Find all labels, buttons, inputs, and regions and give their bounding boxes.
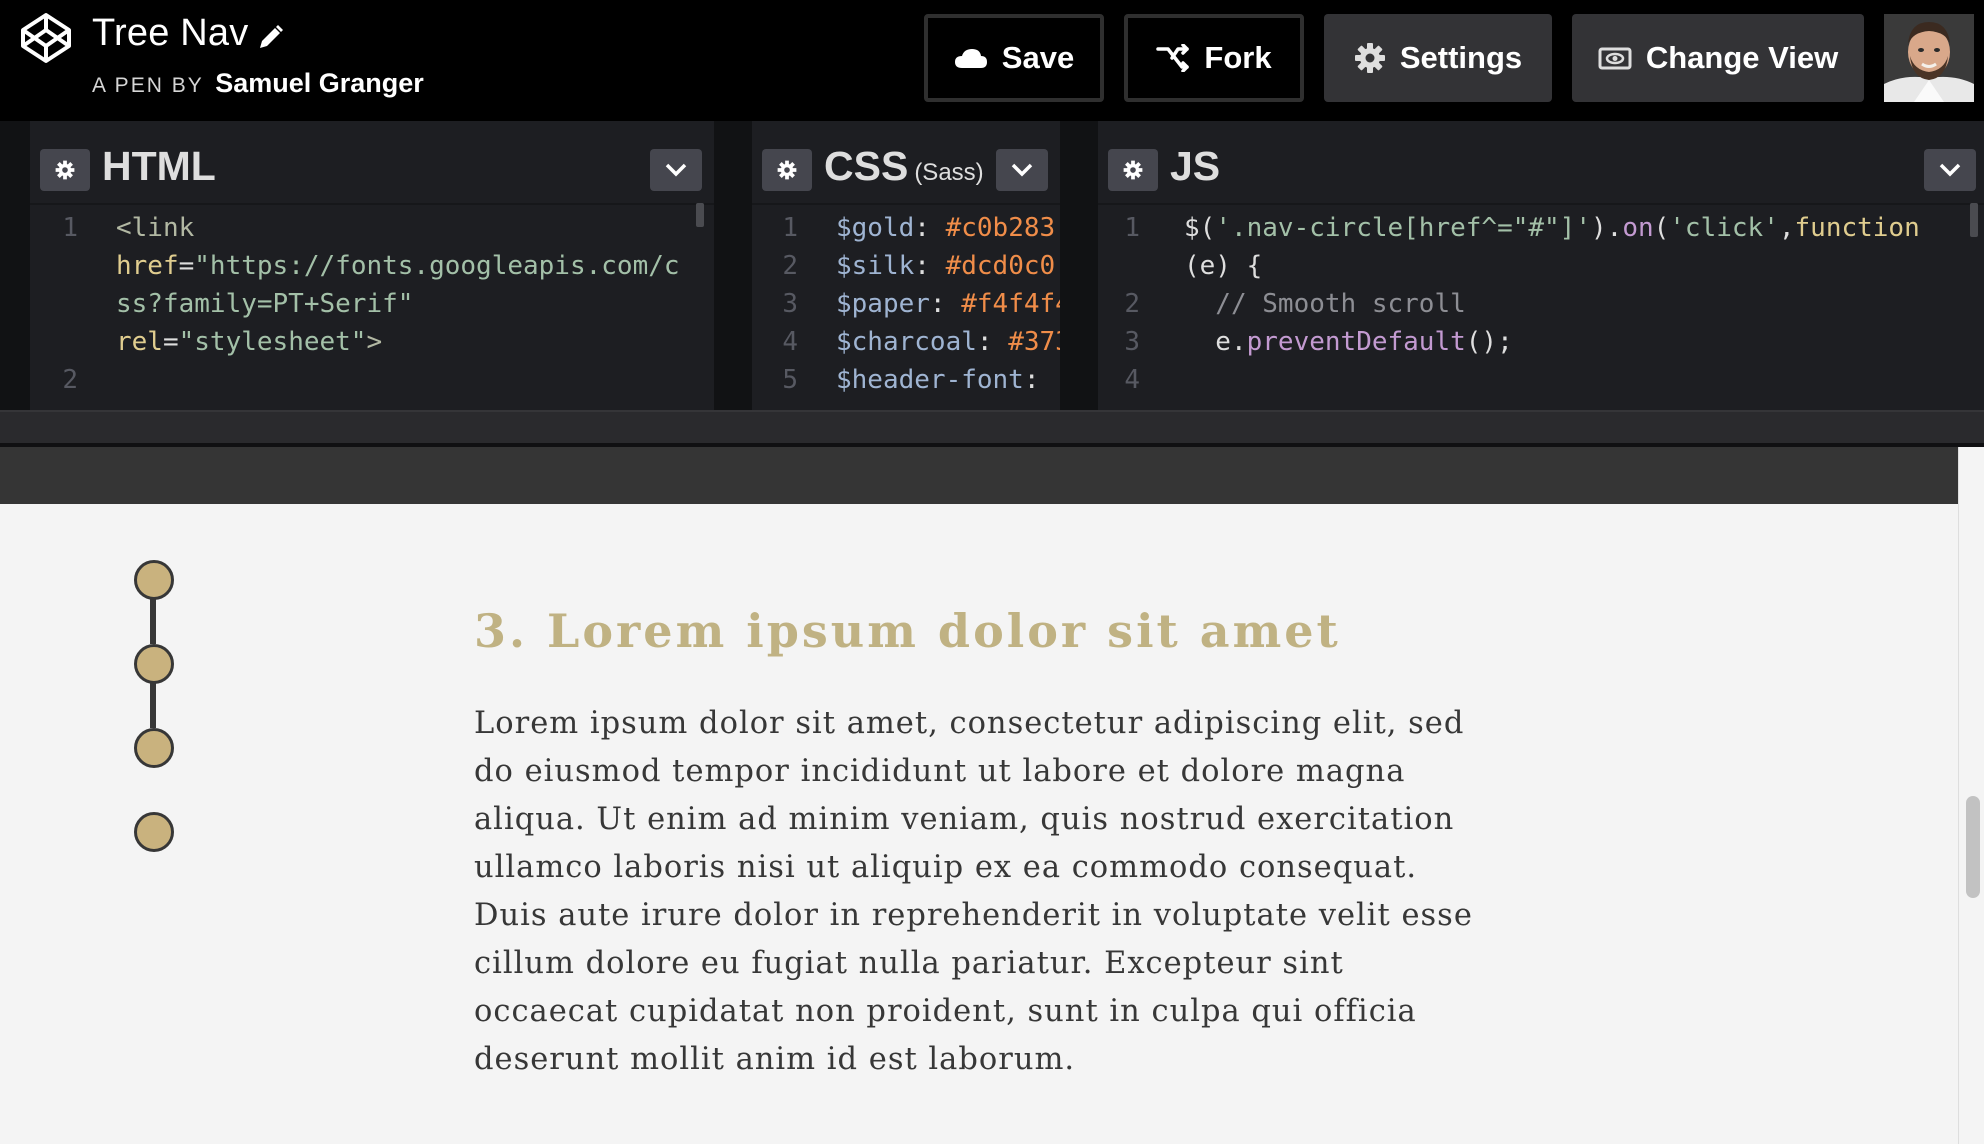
js-resize-gutter[interactable] bbox=[1060, 121, 1098, 410]
html-scrollbar[interactable] bbox=[696, 203, 704, 227]
avatar[interactable] bbox=[1884, 14, 1974, 102]
chevron-down-icon bbox=[665, 163, 687, 177]
html-panel-header: HTML bbox=[30, 121, 714, 205]
gear-icon bbox=[55, 160, 75, 180]
codepen-logo-icon[interactable] bbox=[20, 12, 72, 64]
line-number: 4 bbox=[1124, 365, 1140, 395]
code-text: // Smooth scroll bbox=[1184, 289, 1466, 319]
line-number: 1 bbox=[1124, 213, 1140, 243]
chevron-down-icon bbox=[1939, 163, 1961, 177]
js-editor-panel: JS 1 $('.nav-circle[href^="#"]').on('clic… bbox=[1098, 121, 1984, 410]
pencil-icon[interactable] bbox=[256, 22, 286, 52]
js-scrollbar[interactable] bbox=[1970, 203, 1978, 237]
code-text: href="https://fonts.googleapis.com/c bbox=[116, 251, 680, 281]
code-text: $header-font: bbox=[836, 365, 1040, 395]
tree-connector bbox=[150, 596, 156, 644]
line-number: 3 bbox=[782, 289, 798, 319]
fork-label: Fork bbox=[1204, 40, 1272, 75]
preview-top-bar bbox=[0, 447, 1958, 504]
html-settings-button[interactable] bbox=[40, 149, 90, 191]
css-title-text: CSS bbox=[824, 143, 909, 189]
editor-area: HTML 1 <link href="https://fonts.googleapi… bbox=[0, 121, 1984, 443]
result-preview: 3. Lorem ipsum dolor sit amet Lorem ipsu… bbox=[0, 504, 1958, 1144]
section-body: Lorem ipsum dolor sit amet, consectetur … bbox=[474, 706, 1473, 1077]
code-text: $('.nav-circle[href^="#"]').on('click',f… bbox=[1184, 213, 1920, 243]
pen-title[interactable]: Tree Nav bbox=[92, 12, 248, 55]
section-title: 3. Lorem ipsum dolor sit amet bbox=[474, 604, 1341, 658]
gear-icon bbox=[1354, 43, 1385, 73]
css-panel-title: CSS (Sass) bbox=[824, 143, 984, 190]
preview-scroll-thumb[interactable] bbox=[1966, 796, 1980, 898]
css-editor-panel: CSS (Sass) 1 $gold: #c0b283 2 $silk: #dcd0c0… bbox=[752, 121, 1060, 410]
css-resize-gutter[interactable] bbox=[714, 121, 752, 410]
change-view-button[interactable]: Change View bbox=[1572, 14, 1864, 102]
js-panel-title: JS bbox=[1170, 143, 1221, 189]
js-settings-button[interactable] bbox=[1108, 149, 1158, 191]
nav-circle[interactable] bbox=[134, 644, 174, 684]
code-text: $charcoal: #373737 bbox=[836, 327, 1060, 357]
line-number: 3 bbox=[1124, 327, 1140, 357]
line-number: 1 bbox=[62, 213, 78, 243]
save-label: Save bbox=[1001, 40, 1075, 75]
avatar-image bbox=[1884, 14, 1974, 102]
html-resize-gutter[interactable] bbox=[0, 121, 30, 410]
line-number: 1 bbox=[782, 213, 798, 243]
code-text: <link bbox=[116, 213, 195, 243]
code-text: $silk: #dcd0c0 bbox=[836, 251, 1056, 281]
nav-circle[interactable] bbox=[134, 728, 174, 768]
line-number: 5 bbox=[782, 365, 798, 395]
fork-button[interactable]: Fork bbox=[1124, 14, 1304, 102]
gear-icon bbox=[777, 160, 797, 180]
code-text: $gold: #c0b283 bbox=[836, 213, 1056, 243]
line-number: 2 bbox=[1124, 289, 1140, 319]
code-text: $paper: #f4f4f4 bbox=[836, 289, 1060, 319]
code-text: (e) { bbox=[1184, 251, 1263, 281]
fork-icon bbox=[1156, 44, 1190, 72]
pen-byline: A PEN BY Samuel Granger bbox=[92, 68, 424, 99]
code-text: ss?family=PT+Serif" bbox=[116, 289, 414, 319]
html-collapse-button[interactable] bbox=[650, 149, 702, 191]
settings-label: Settings bbox=[1399, 40, 1523, 75]
css-panel-header: CSS (Sass) bbox=[752, 121, 1060, 205]
css-settings-button[interactable] bbox=[762, 149, 812, 191]
html-panel-title: HTML bbox=[102, 143, 216, 189]
js-collapse-button[interactable] bbox=[1924, 149, 1976, 191]
cloud-icon bbox=[954, 49, 987, 68]
nav-circle[interactable] bbox=[134, 560, 174, 600]
settings-button[interactable]: Settings bbox=[1324, 14, 1552, 102]
save-button[interactable]: Save bbox=[924, 14, 1104, 102]
nav-circle[interactable] bbox=[134, 812, 174, 852]
editor-resize-bar[interactable] bbox=[0, 410, 1984, 443]
pen-header: Tree Nav A PEN BY Samuel Granger Save Fo… bbox=[0, 0, 1984, 121]
code-text: e.preventDefault(); bbox=[1184, 327, 1513, 357]
css-collapse-button[interactable] bbox=[996, 149, 1048, 191]
change-view-label: Change View bbox=[1645, 40, 1839, 75]
author-link[interactable]: Samuel Granger bbox=[215, 68, 424, 98]
line-number: 2 bbox=[782, 251, 798, 281]
chevron-down-icon bbox=[1011, 163, 1033, 177]
js-panel-header: JS bbox=[1098, 121, 1984, 205]
code-text: rel="stylesheet"> bbox=[116, 327, 383, 357]
preview-scrollbar[interactable] bbox=[1958, 447, 1984, 1144]
tree-connector bbox=[150, 680, 156, 728]
eye-icon bbox=[1598, 47, 1632, 70]
line-number: 4 bbox=[782, 327, 798, 357]
line-number: 2 bbox=[62, 365, 78, 395]
gear-icon bbox=[1123, 160, 1143, 180]
html-editor-panel: HTML 1 <link href="https://fonts.googleapi… bbox=[30, 121, 714, 410]
byline-prefix: A PEN BY bbox=[92, 74, 204, 97]
css-preprocessor-label: (Sass) bbox=[914, 159, 984, 186]
